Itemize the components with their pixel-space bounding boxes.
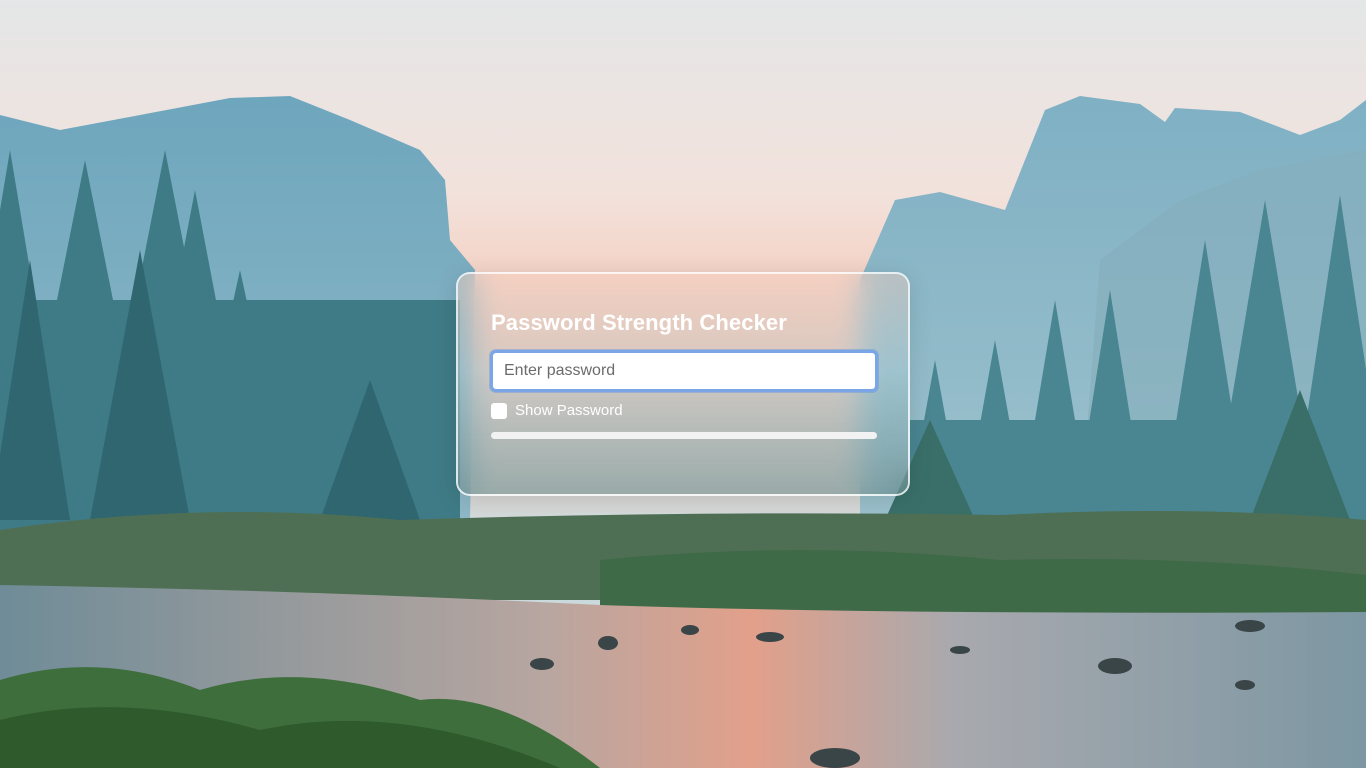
show-password-label[interactable]: Show Password (515, 402, 623, 419)
password-input[interactable] (490, 350, 878, 392)
strength-meter (491, 432, 877, 439)
page-title: Password Strength Checker (491, 310, 787, 335)
password-checker-card: Password Strength Checker Show Password (456, 272, 910, 496)
show-password-checkbox[interactable] (491, 402, 507, 419)
show-password-row[interactable]: Show Password (491, 402, 623, 419)
